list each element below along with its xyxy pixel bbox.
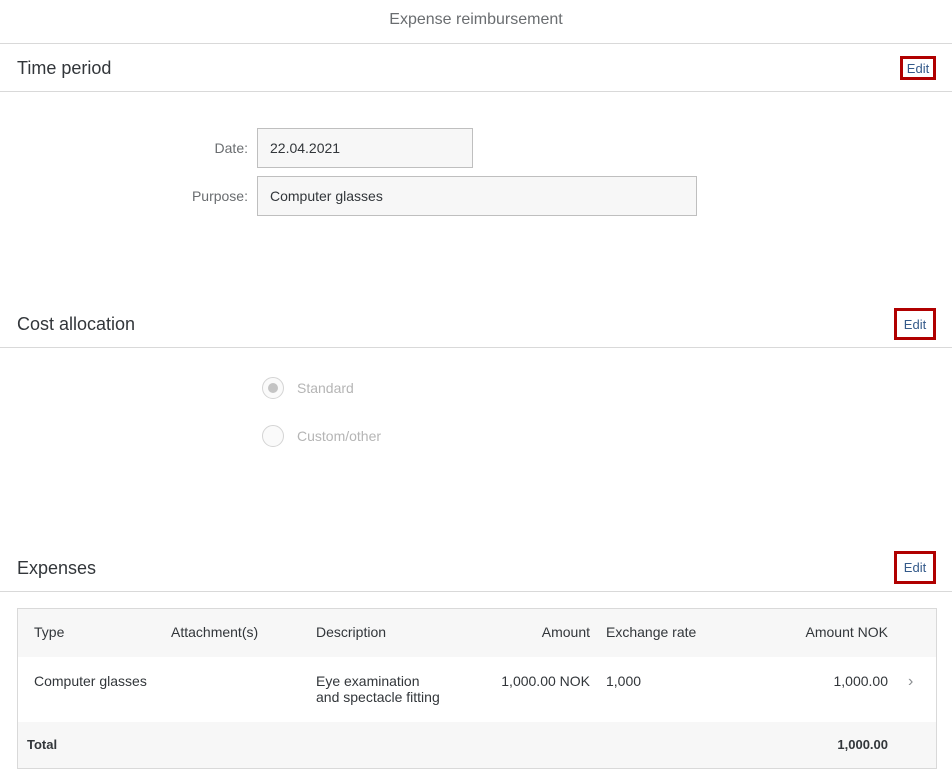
radio-standard[interactable]: Standard bbox=[262, 377, 354, 399]
column-header-amount: Amount bbox=[541, 624, 590, 640]
column-header-description: Description bbox=[316, 624, 387, 640]
radio-selected-dot bbox=[268, 383, 278, 393]
page-title: Expense reimbursement bbox=[0, 0, 952, 44]
cell-amount-nok: 1,000.00 bbox=[833, 673, 889, 689]
cell-exchange-rate: 1,000 bbox=[606, 673, 642, 689]
column-header-amount-nok: Amount NOK bbox=[805, 624, 888, 640]
total-label: Total bbox=[27, 737, 58, 752]
column-header-type: Type bbox=[34, 624, 65, 640]
time-period-edit-button[interactable]: Edit bbox=[900, 56, 936, 80]
radio-standard-circle[interactable] bbox=[262, 377, 284, 399]
cost-allocation-header: Cost allocation Edit bbox=[0, 300, 952, 348]
table-header-row: Type Attachment(s) Description Amount Ex… bbox=[18, 609, 936, 658]
cost-allocation-edit-button[interactable]: Edit bbox=[894, 308, 936, 340]
radio-custom-other-circle[interactable] bbox=[262, 425, 284, 447]
cell-description-line2: and spectacle fitting bbox=[316, 689, 440, 705]
column-header-attachments: Attachment(s) bbox=[171, 624, 259, 640]
time-period-header: Time period Edit bbox=[0, 44, 952, 92]
date-field[interactable]: 22.04.2021 bbox=[257, 128, 473, 168]
table-total-row: Total 1,000.00 bbox=[18, 722, 936, 768]
cost-allocation-title: Cost allocation bbox=[17, 314, 136, 334]
radio-standard-label: Standard bbox=[297, 380, 354, 396]
purpose-label: Purpose: bbox=[191, 188, 248, 204]
expenses-title: Expenses bbox=[17, 558, 97, 578]
expenses-edit-button[interactable]: Edit bbox=[894, 551, 936, 584]
column-header-exchange-rate: Exchange rate bbox=[606, 624, 697, 640]
total-value: 1,000.00 bbox=[837, 737, 888, 752]
expenses-header: Expenses Edit bbox=[0, 544, 952, 592]
cell-description-line1: Eye examination bbox=[316, 673, 420, 689]
chevron-right-icon[interactable]: › bbox=[908, 673, 913, 691]
cell-type: Computer glasses bbox=[34, 673, 147, 689]
table-row[interactable]: Computer glasses Eye examination and spe… bbox=[18, 657, 936, 721]
time-period-title: Time period bbox=[17, 58, 112, 78]
cell-amount: 1,000.00 NOK bbox=[501, 673, 590, 689]
radio-custom-other[interactable]: Custom/other bbox=[262, 425, 381, 447]
purpose-field[interactable]: Computer glasses bbox=[257, 176, 697, 216]
date-label: Date: bbox=[214, 140, 248, 156]
radio-custom-other-label: Custom/other bbox=[297, 428, 382, 444]
expenses-table: Type Attachment(s) Description Amount Ex… bbox=[17, 608, 937, 769]
